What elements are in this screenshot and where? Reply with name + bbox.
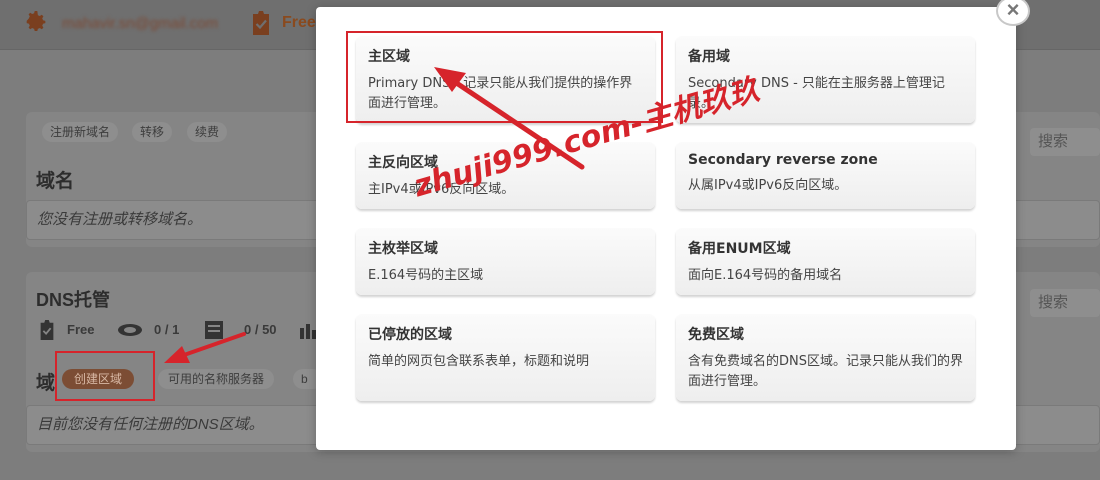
domains-title: 域名	[36, 171, 75, 192]
zone-type-description: 简单的网页包含联系表单，标题和说明	[368, 354, 590, 369]
zone-type-title: 备用域	[688, 49, 730, 65]
zone-type-description: E.164号码的主区域	[368, 268, 484, 283]
zone-type-description: 主IPv4或IPv6反向区域。	[368, 182, 515, 197]
zone-type-card-free[interactable]: 免费区域 含有免费域名的DNS区域。记录只能从我们的界面进行管理。	[676, 314, 975, 401]
zone-type-description: 含有免费域名的DNS区域。记录只能从我们的界面进行管理。	[688, 354, 963, 389]
renew-tab[interactable]: 续费	[187, 122, 228, 142]
available-nameservers-tab[interactable]: 可用的名称服务器	[158, 369, 275, 389]
domains-search-input[interactable]: 搜索	[1030, 128, 1100, 156]
zone-type-title: 备用ENUM区域	[688, 241, 791, 257]
zones-heading: 域	[36, 373, 56, 394]
zone-type-title: 已停放的区域	[368, 327, 452, 343]
zone-type-title: Secondary reverse zone	[688, 152, 878, 168]
zone-type-card-primary-enum[interactable]: 主枚举区域 E.164号码的主区域	[356, 228, 655, 295]
zone-type-card-secondary-enum[interactable]: 备用ENUM区域 面向E.164号码的备用域名	[676, 228, 975, 295]
zone-type-card-secondary-reverse[interactable]: Secondary reverse zone 从属IPv4或IPv6反向区域。	[676, 142, 975, 209]
zone-type-description: 面向E.164号码的备用域名	[688, 268, 843, 283]
zone-type-description: 从属IPv4或IPv6反向区域。	[688, 178, 848, 193]
network-icon	[118, 324, 142, 336]
badge-icon	[40, 320, 54, 340]
register-domain-tab[interactable]: 注册新域名	[42, 122, 119, 142]
dns-hosting-title: DNS托管	[36, 290, 111, 310]
gear-icon[interactable]	[24, 10, 48, 34]
zone-type-card-parked[interactable]: 已停放的区域 简单的网页包含联系表单，标题和说明	[356, 314, 655, 401]
plan-stat: Free	[67, 322, 95, 337]
zone-type-title: 主枚举区域	[368, 241, 438, 257]
records-count-stat: 0 / 50	[244, 322, 277, 337]
plan-label: Free	[282, 14, 316, 31]
transfer-tab[interactable]: 转移	[132, 122, 173, 142]
create-zone-highlight	[55, 351, 155, 401]
account-email[interactable]: mahavir.sn@gmail.com	[62, 15, 218, 32]
badge-icon	[253, 11, 269, 35]
zones-count-stat: 0 / 1	[154, 322, 180, 337]
zone-type-title: 免费区域	[688, 327, 744, 343]
records-icon	[205, 321, 223, 339]
dns-search-input[interactable]: 搜索	[1030, 289, 1100, 317]
chart-icon	[300, 324, 316, 339]
